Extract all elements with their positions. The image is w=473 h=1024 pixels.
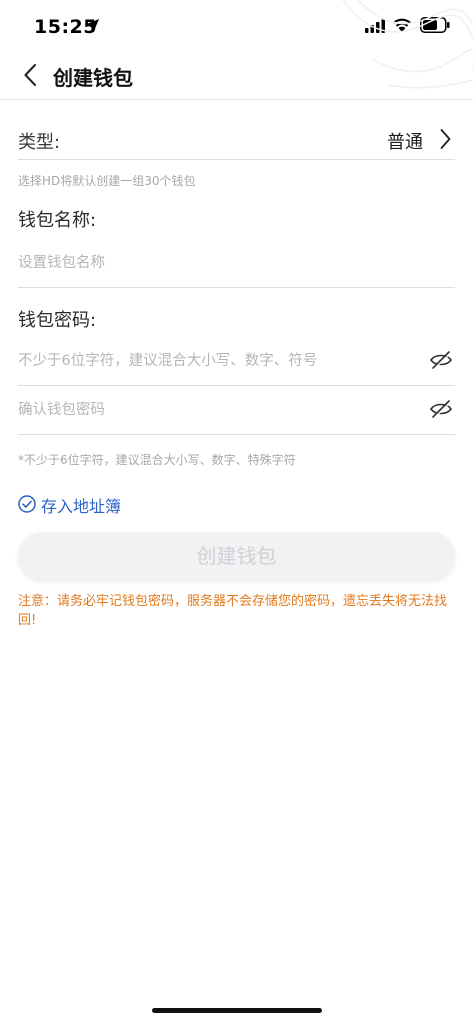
wallet-name-title: 钱包名称: [18, 210, 97, 231]
eye-slash-icon[interactable] [429, 350, 453, 370]
wallet-type-value: 普通 [387, 132, 423, 153]
check-circle-icon [18, 495, 36, 513]
save-to-address-book-checkbox[interactable]: 存入地址簿 [18, 492, 148, 516]
create-wallet-button-label: 创建钱包 [196, 544, 277, 568]
eye-slash-icon[interactable] [429, 399, 453, 419]
nav-bar: 创建钱包 [0, 50, 473, 100]
confirm-password-field [18, 385, 455, 435]
wallet-password-title: 钱包密码: [18, 310, 97, 331]
password-warning: 注意：请务必牢记钱包密码，服务器不会存储您的密码，遗忘丢失将无法找回! [18, 594, 448, 628]
wallet-name-input[interactable] [18, 238, 418, 287]
confirm-password-input[interactable] [18, 385, 418, 434]
chevron-left-icon [24, 64, 36, 86]
page-title: 创建钱包 [53, 66, 133, 90]
wallet-name-field [18, 238, 455, 288]
wallet-type-selector[interactable]: 类型: 普通 [18, 118, 455, 160]
wallet-password-field [18, 336, 455, 386]
back-button[interactable] [14, 60, 48, 90]
wallet-type-label: 类型: [18, 132, 61, 153]
create-wallet-button[interactable]: 创建钱包 [18, 532, 455, 580]
wallet-password-input[interactable] [18, 336, 418, 385]
location-arrow-icon [87, 19, 99, 31]
home-indicator [152, 1008, 322, 1013]
chevron-right-icon [440, 129, 451, 149]
password-hint: *不少于6位字符，建议混合大小写、数字、特殊字符 [18, 453, 296, 467]
address-book-label: 存入地址簿 [41, 497, 122, 516]
wallet-type-hint: 选择HD将默认创建一组30个钱包 [18, 174, 196, 188]
